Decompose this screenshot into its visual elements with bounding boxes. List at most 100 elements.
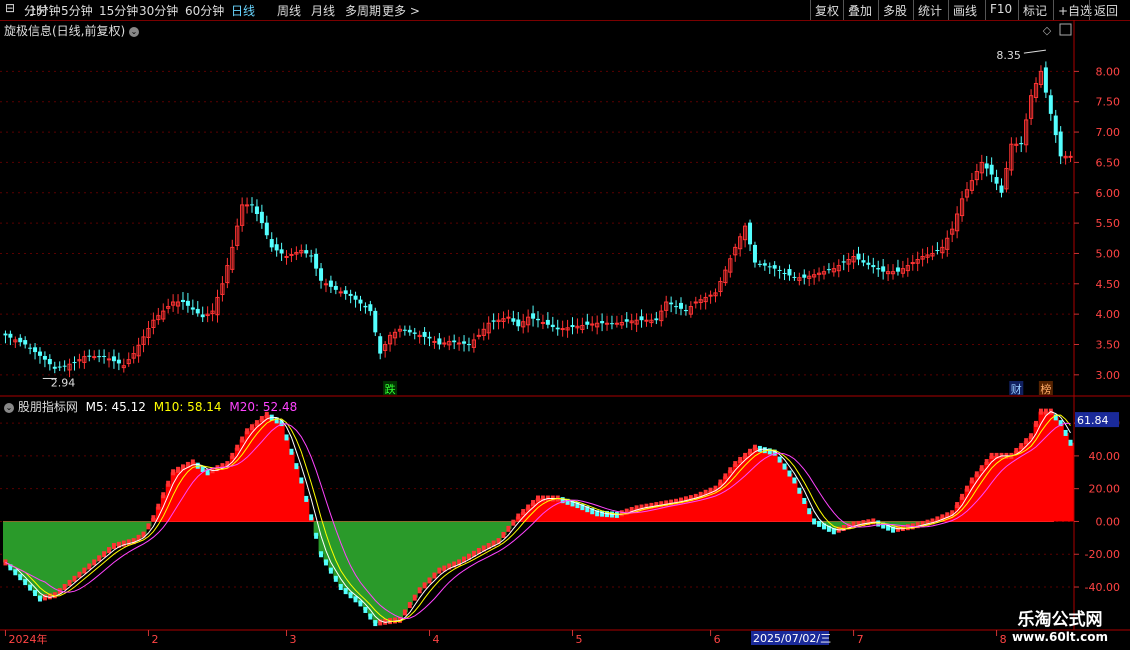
chart-canvas[interactable]: 3.00 3.50 4.00 4.50 5.00 5.50 6.00 6.50 7.00 7.50…	[0, 0, 1130, 650]
indicator-mark	[72, 575, 77, 582]
indicator-area-bar	[796, 490, 803, 522]
low-price-label: 2.94	[51, 376, 76, 389]
candle-body-down	[792, 276, 797, 278]
x-tick-label: 6	[714, 633, 721, 646]
indicator-mark	[536, 495, 540, 502]
indicator-area-bar	[777, 459, 783, 522]
candle-body-down	[314, 253, 319, 269]
indicator-area-bar	[367, 521, 374, 617]
indicator-area-bar	[81, 521, 88, 571]
indicator-mark	[960, 493, 965, 500]
indicator-mark	[1024, 438, 1029, 445]
candle-body-down	[841, 261, 846, 263]
indicator-area-bar	[7, 521, 14, 568]
candle-body-down	[570, 325, 575, 328]
indicator-mark	[619, 510, 624, 517]
indicator-area-bar	[358, 521, 364, 604]
indicator-tick-label: 0.00	[1096, 515, 1121, 528]
candle-body-up	[540, 321, 546, 324]
indicator-mark	[87, 563, 92, 570]
candle-body-down	[984, 163, 989, 169]
candle-body-down	[669, 302, 674, 305]
indicator-mark	[437, 567, 442, 574]
indicator-area-bar	[57, 521, 63, 592]
candle-body-down	[343, 290, 348, 294]
candle-body-down	[585, 321, 590, 325]
indicator-mark	[876, 520, 881, 527]
x-tick-label: 5	[576, 633, 583, 646]
indicator-area-bar	[801, 500, 808, 522]
indicator-area-bar	[106, 521, 113, 551]
indicator-area-bar	[284, 437, 290, 522]
candle-body-down	[516, 319, 521, 327]
price-tick-label: 3.00	[1096, 369, 1121, 382]
current-value-text: 61.84	[1077, 414, 1109, 427]
candle-body-down	[491, 320, 496, 322]
candle-body-down	[18, 337, 23, 343]
candle-body-up	[910, 262, 915, 265]
candle-body-down	[1043, 67, 1048, 93]
candle-body-up	[106, 358, 112, 361]
candle-body-up	[338, 291, 343, 294]
candle-body-down	[654, 318, 659, 321]
price-tick-label: 7.00	[1096, 126, 1121, 139]
candle-body-down	[97, 356, 102, 358]
indicator-mark	[92, 559, 97, 566]
panel-toggle-icon[interactable]	[1059, 23, 1072, 36]
indicator-mark	[294, 463, 299, 470]
indicator-area-bar	[42, 521, 48, 598]
candle-body-down	[935, 250, 940, 252]
candle-body-up	[457, 342, 462, 345]
indicator-mark	[146, 523, 151, 530]
indicator-mark	[240, 436, 245, 443]
indicator-area-bar	[372, 521, 379, 624]
indicator-mark	[171, 469, 176, 476]
candle-body-down	[511, 318, 516, 322]
indicator-mark	[969, 477, 974, 484]
candle-body-down	[190, 307, 195, 310]
indicator-mark	[319, 551, 324, 558]
candle-body-up	[323, 283, 329, 286]
marker-bang: 榜	[1040, 382, 1051, 396]
indicator-mark	[797, 487, 802, 494]
indicator-mark	[338, 584, 343, 591]
indicator-mark	[723, 473, 728, 480]
candle-body-down	[777, 269, 782, 271]
indicator-mark	[511, 519, 516, 526]
candle-body-down	[87, 355, 92, 357]
indicator-area-bar	[52, 521, 58, 596]
candle-body-down	[437, 338, 442, 345]
indicator-area-bar	[787, 473, 793, 522]
candle-body-down	[57, 366, 62, 368]
candle-body-down	[999, 185, 1004, 193]
indicator-area-bar	[1048, 411, 1054, 522]
candle-body-down	[452, 340, 457, 343]
candle-body-down	[250, 204, 255, 206]
candle-body-down	[348, 293, 353, 296]
indicator-mark	[28, 584, 33, 591]
indicator-area-bar	[431, 521, 438, 576]
price-tick-label: 4.50	[1096, 278, 1121, 291]
candle-body-down	[555, 327, 560, 330]
indicator-area-bar	[259, 419, 265, 522]
indicator-area-bar	[1013, 450, 1020, 522]
candle-body-down	[402, 329, 407, 331]
indicator-mark	[368, 613, 373, 620]
indicator-mark	[328, 567, 333, 574]
x-tick-label: 8	[1000, 633, 1007, 646]
indicator-mark	[964, 485, 969, 492]
indicator-mark	[82, 567, 87, 574]
candle-body-down	[412, 332, 417, 334]
indicator-mark	[259, 416, 264, 423]
x-tick-label: 4	[433, 633, 440, 646]
indicator-area-bar	[274, 420, 280, 522]
candle-body-down	[52, 366, 57, 369]
indicator-mark	[974, 471, 979, 478]
candle-body-down	[1019, 143, 1024, 145]
indicator-mark	[787, 470, 792, 477]
candle-body-down	[609, 323, 614, 325]
candle-body-down	[378, 336, 383, 354]
indicator-mark	[506, 525, 511, 532]
candle-body-down	[994, 177, 999, 184]
candle-body-down	[861, 260, 866, 263]
